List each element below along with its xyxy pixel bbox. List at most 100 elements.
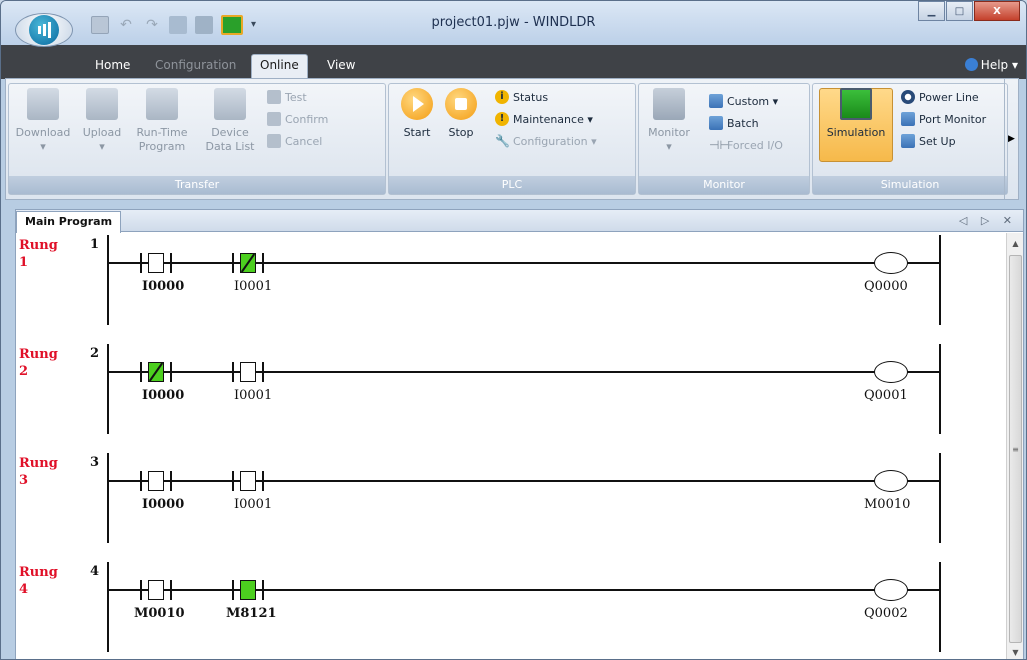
status-label: Status [513, 90, 549, 104]
status-button[interactable]: i Status [495, 88, 548, 106]
port-monitor-button[interactable]: Port Monitor [901, 110, 986, 128]
output-coil[interactable] [874, 470, 908, 492]
vertical-scrollbar[interactable]: ▲ ≡ ▼ [1006, 233, 1024, 659]
custom-grid-icon [709, 94, 723, 108]
output-coil[interactable] [874, 252, 908, 274]
title-bar: ↶ ↷ ▾ project01.pjw - WINDLDR ▁ □ X [1, 1, 1026, 47]
rung-label: Rung 4 [19, 565, 58, 597]
confirm-label: Confirm [285, 112, 329, 126]
rung-number: 2 [90, 346, 100, 361]
rung-number: 4 [90, 564, 100, 579]
batch-button[interactable]: Batch [709, 114, 759, 132]
scroll-up-icon[interactable]: ▲ [1007, 235, 1024, 252]
monitor-label: Monitor [648, 126, 690, 139]
rung-2[interactable]: Rung 2 2 I0000 I0001 Q0001 [16, 342, 1006, 453]
setup-label: Set Up [919, 134, 956, 148]
wrench-icon: 🔧 [495, 134, 510, 148]
left-power-rail [107, 453, 109, 543]
contact-label: I0000 [142, 279, 185, 294]
contact-label: M8121 [226, 606, 277, 621]
upload-icon [86, 88, 118, 120]
confirm-button[interactable]: Confirm [267, 110, 328, 128]
application-menu-button[interactable] [15, 13, 73, 47]
contact-no-energized[interactable] [228, 578, 268, 602]
maximize-button[interactable]: □ [946, 1, 973, 21]
stop-button[interactable]: Stop [441, 88, 481, 140]
simulation-group: Simulation Power Line Port Monitor Set U… [812, 83, 1008, 195]
test-label: Test [285, 90, 307, 104]
rung-3[interactable]: Rung 3 3 I0000 I0001 M0010 [16, 451, 1006, 562]
tab-navigation-controls[interactable]: ◁ ▷ ✕ [959, 214, 1017, 227]
scroll-thumb[interactable]: ≡ [1009, 255, 1022, 643]
rung-number: 3 [90, 455, 100, 470]
cancel-button[interactable]: Cancel [267, 132, 322, 150]
plc-configuration-label: Configuration ▾ [513, 134, 597, 148]
play-icon [401, 88, 433, 120]
powerline-label: Power Line [919, 90, 979, 104]
ribbon-scroll-right-icon[interactable]: ▶ [1004, 79, 1018, 199]
right-power-rail [939, 453, 941, 543]
upload-button[interactable]: Upload ▾ [77, 88, 127, 154]
device-data-list-icon [214, 88, 246, 120]
coil-label: M0010 [864, 497, 911, 512]
start-label: Start [403, 126, 431, 139]
plc-group-label: PLC [389, 176, 635, 194]
tab-online[interactable]: Online [251, 54, 308, 79]
plc-group: Start Stop i Status ! Maintenance ▾ 🔧 Confi… [388, 83, 636, 195]
maintenance-button[interactable]: ! Maintenance ▾ [495, 110, 593, 128]
contact-no[interactable] [136, 251, 176, 275]
upload-label: Upload [82, 126, 122, 139]
custom-button[interactable]: Custom ▾ [709, 92, 778, 110]
monitor-group: Monitor ▾ Custom ▾ Batch ⊣⊢ Forced I/O Mon… [638, 83, 810, 195]
rung-4[interactable]: Rung 4 4 M0010 M8121 Q0002 [16, 560, 1006, 659]
configuration-button[interactable]: 🔧 Configuration ▾ [495, 132, 597, 150]
simulation-button-face[interactable]: Simulation [819, 88, 893, 140]
power-line-button[interactable]: Power Line [901, 88, 979, 106]
info-icon: i [495, 90, 509, 104]
coil-label: Q0002 [864, 606, 908, 621]
right-power-rail [939, 344, 941, 434]
rung-1[interactable]: Rung 1 1 I0000 I0001 Q0000 [16, 233, 1006, 344]
left-power-rail [107, 562, 109, 652]
contact-nc[interactable] [136, 360, 176, 384]
tab-home[interactable]: Home [87, 55, 138, 75]
main-program-window: Main Program ◁ ▷ ✕ Rung 1 1 I0000 I0001 … [15, 209, 1024, 659]
tab-view[interactable]: View [319, 55, 363, 75]
download-button[interactable]: Download ▾ [13, 88, 73, 154]
tab-configuration[interactable]: Configuration [147, 55, 244, 75]
contact-nc[interactable] [228, 251, 268, 275]
setup-button[interactable]: Set Up [901, 132, 956, 150]
runtime-program-button[interactable]: Run-Time Program [131, 88, 193, 154]
transfer-group: Download ▾ Upload ▾ Run-Time Program Devic… [8, 83, 386, 195]
test-button[interactable]: Test [267, 88, 307, 106]
forced-io-button[interactable]: ⊣⊢ Forced I/O [709, 136, 783, 154]
monitor-button[interactable]: Monitor ▾ [645, 88, 693, 154]
left-power-rail [107, 344, 109, 434]
close-button[interactable]: X [974, 1, 1020, 21]
tab-main-program[interactable]: Main Program [16, 211, 122, 233]
output-coil[interactable] [874, 361, 908, 383]
rung-label: Rung 3 [19, 456, 58, 488]
help-menu[interactable]: Help ▾ [964, 58, 1018, 72]
idec-logo-icon [29, 15, 59, 45]
left-power-rail [107, 235, 109, 325]
confirm-icon [267, 112, 281, 126]
scroll-down-icon[interactable]: ▼ [1007, 644, 1024, 659]
right-power-rail [939, 235, 941, 325]
minimize-button[interactable]: ▁ [918, 1, 945, 21]
batch-icon [709, 116, 723, 130]
device-data-list-button[interactable]: Device Data List [199, 88, 261, 154]
contact-no[interactable] [136, 578, 176, 602]
transfer-group-label: Transfer [9, 176, 385, 194]
port-monitor-icon [901, 112, 915, 126]
contact-label: I0001 [234, 388, 273, 403]
monitor-group-label: Monitor [639, 176, 809, 194]
output-coil[interactable] [874, 579, 908, 601]
contact-label: I0001 [234, 497, 273, 512]
contact-no[interactable] [228, 469, 268, 493]
contact-no[interactable] [136, 469, 176, 493]
contact-label: I0000 [142, 497, 185, 512]
contact-label: I0001 [234, 279, 273, 294]
contact-no[interactable] [228, 360, 268, 384]
start-button[interactable]: Start [397, 88, 437, 140]
